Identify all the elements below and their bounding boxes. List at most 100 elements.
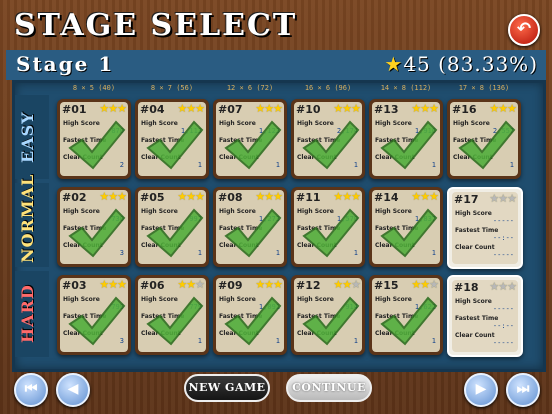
- stage-card[interactable]: #17 ★★★ High Score ----- Fastest Time --:-- Cl…: [447, 187, 523, 269]
- high-score-label: High Score: [219, 296, 256, 303]
- star-icon: ★: [351, 102, 361, 115]
- high-score-value: 870: [111, 127, 124, 135]
- column-size-label: 14 × 8 (112): [380, 84, 432, 92]
- stage-card[interactable]: #01 ★★★ High Score 870 Fastest Time Clear Cou…: [57, 99, 131, 179]
- star-icon: ★: [273, 102, 283, 115]
- column-size-label: 8 × 5 (40): [72, 84, 116, 92]
- stage-card[interactable]: #10 ★★★ High Score 2,174 Fastest Time Clear C…: [291, 99, 365, 179]
- stage-card[interactable]: #03 ★★★ High Score 799 Fastest Time Clear Cou…: [57, 275, 131, 355]
- stage-card-body: #09 ★★★ High Score 1,091 Fastest Time Clear C…: [216, 278, 284, 352]
- stage-card[interactable]: #12 ★★★ High Score 914 Fastest Time Clear Cou…: [291, 275, 365, 355]
- star-percent: (83.33%): [438, 52, 538, 76]
- high-score-value: 914: [345, 303, 358, 311]
- star-icon: ★: [273, 278, 283, 291]
- stage-stars: ★★★: [255, 190, 283, 203]
- fastest-time-label: Fastest Time: [219, 313, 263, 320]
- stage-number: #06: [140, 279, 165, 292]
- stage-number: #03: [62, 279, 87, 292]
- stage-card-body: #02 ★★★ High Score 730 Fastest Time Clear Cou…: [60, 190, 128, 264]
- star-icon: ★: [507, 280, 517, 293]
- stage-number: #04: [140, 103, 165, 116]
- stage-card[interactable]: #09 ★★★ High Score 1,091 Fastest Time Clear C…: [213, 275, 287, 355]
- high-score-value: 1,273: [258, 215, 280, 223]
- stage-card-body: #03 ★★★ High Score 799 Fastest Time Clear Cou…: [60, 278, 128, 352]
- stage-stars: ★★★: [333, 278, 361, 291]
- star-icon: ★: [342, 278, 352, 291]
- star-icon: ★: [342, 190, 352, 203]
- star-icon: ★: [264, 190, 274, 203]
- stage-number: #12: [296, 279, 321, 292]
- fastest-time-label: Fastest Time: [297, 313, 341, 320]
- star-icon: ★: [489, 280, 499, 293]
- column-size-label: 8 × 7 (56): [150, 84, 194, 92]
- high-score-label: High Score: [219, 208, 256, 215]
- stage-number: #17: [454, 193, 479, 206]
- stage-number: #13: [374, 103, 399, 116]
- high-score-value: -----: [492, 217, 514, 225]
- stage-card[interactable]: #04 ★★★ High Score 1,113 Fastest Time Clear C…: [135, 99, 209, 179]
- back-arrow-icon[interactable]: ↶: [508, 14, 540, 46]
- high-score-label: High Score: [297, 208, 334, 215]
- stage-card[interactable]: #18 ★★★ High Score ----- Fastest Time --:-- Cl…: [447, 275, 523, 357]
- stage-card[interactable]: #15 ★★★ High Score 1,622 Fastest Time Clear C…: [369, 275, 443, 355]
- clear-count-label: Clear Count: [297, 330, 337, 337]
- stage-number: #14: [374, 191, 399, 204]
- stage-card-body: #06 ★★★ High Score 779 Fastest Time Clear Cou…: [138, 278, 206, 352]
- clear-count-value: -----: [492, 251, 514, 259]
- stage-stars: ★★★: [255, 102, 283, 115]
- new-game-button[interactable]: NEW GAME: [184, 374, 270, 402]
- continue-button[interactable]: CONTINUE: [286, 374, 372, 402]
- clear-count-label: Clear Count: [375, 330, 415, 337]
- high-score-value: 1,091: [258, 303, 280, 311]
- stage-stars: ★★★: [177, 102, 205, 115]
- clear-count-value: 1: [509, 161, 514, 169]
- fastest-time-label: Fastest Time: [141, 313, 185, 320]
- last-page-icon[interactable]: ⏭: [506, 373, 540, 407]
- stage-card[interactable]: #06 ★★★ High Score 779 Fastest Time Clear Cou…: [135, 275, 209, 355]
- clear-count-value: 1: [353, 249, 358, 257]
- fastest-time-label: Fastest Time: [63, 313, 107, 320]
- stage-card-body: #15 ★★★ High Score 1,622 Fastest Time Clear C…: [372, 278, 440, 352]
- star-icon: ★: [420, 278, 430, 291]
- high-score-label: High Score: [141, 208, 178, 215]
- star-icon: ★: [117, 278, 127, 291]
- first-page-icon[interactable]: ⏮: [14, 373, 48, 407]
- stage-card[interactable]: #05 ★★★ High Score 997 Fastest Time Clear Cou…: [135, 187, 209, 267]
- fastest-time-label: Fastest Time: [375, 137, 419, 144]
- high-score-value: 779: [189, 303, 202, 311]
- prev-page-icon[interactable]: ◀: [56, 373, 90, 407]
- stage-card[interactable]: #16 ★★★ High Score 2,557 Fastest Time Clear C…: [447, 99, 521, 179]
- stage-stars: ★★★: [99, 190, 127, 203]
- clear-count-value: 1: [197, 249, 202, 257]
- clear-count-value: 1: [275, 337, 280, 345]
- star-icon: ★: [264, 102, 274, 115]
- high-score-value: 1,570: [336, 215, 358, 223]
- column-size-label: 17 × 8 (136): [458, 84, 510, 92]
- stage-select-screen: STAGE SELECT ↶ Stage 1 ★45 (83.33%) EASY…: [0, 0, 552, 414]
- stage-stars: ★★★: [411, 190, 439, 203]
- clear-count-value: 1: [197, 337, 202, 345]
- stage-card[interactable]: #14 ★★★ High Score 1,837 Fastest Time Clear C…: [369, 187, 443, 267]
- star-icon: ★: [429, 278, 439, 291]
- stage-card[interactable]: #13 ★★★ High Score 1,916 Fastest Time Clear C…: [369, 99, 443, 179]
- star-icon: ★: [195, 102, 205, 115]
- stage-number: #08: [218, 191, 243, 204]
- stage-number: #09: [218, 279, 243, 292]
- next-page-icon[interactable]: ▶: [464, 373, 498, 407]
- star-icon: ★: [498, 280, 508, 293]
- stage-card[interactable]: #11 ★★★ High Score 1,570 Fastest Time Clear C…: [291, 187, 365, 267]
- star-icon: ★: [342, 102, 352, 115]
- stage-stars: ★★★: [255, 278, 283, 291]
- stage-card-body: #01 ★★★ High Score 870 Fastest Time Clear Cou…: [60, 102, 128, 176]
- high-score-value: 997: [189, 215, 202, 223]
- page-title: STAGE SELECT: [14, 8, 298, 43]
- stage-card[interactable]: #08 ★★★ High Score 1,273 Fastest Time Clear C…: [213, 187, 287, 267]
- star-icon: ★: [411, 278, 421, 291]
- star-icon: ★: [498, 102, 508, 115]
- stage-card[interactable]: #07 ★★★ High Score 1,123 Fastest Time Clear C…: [213, 99, 287, 179]
- fastest-time-label: Fastest Time: [219, 137, 263, 144]
- fastest-time-label: Fastest Time: [455, 315, 499, 322]
- stage-number: #05: [140, 191, 165, 204]
- stage-card[interactable]: #02 ★★★ High Score 730 Fastest Time Clear Cou…: [57, 187, 131, 267]
- star-icon: ★: [273, 190, 283, 203]
